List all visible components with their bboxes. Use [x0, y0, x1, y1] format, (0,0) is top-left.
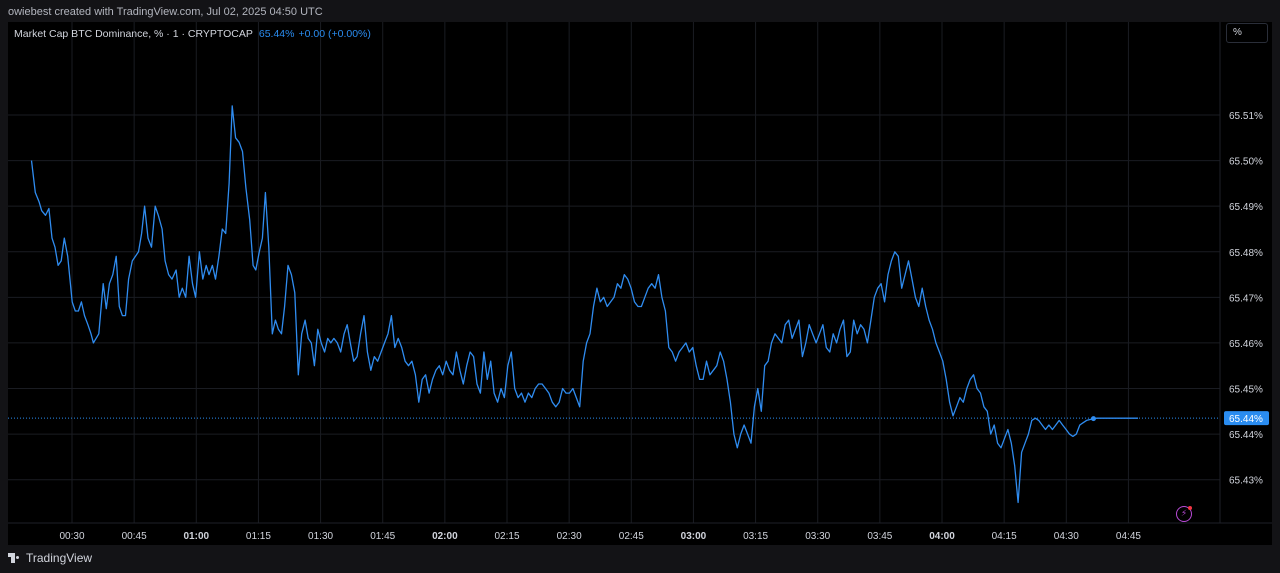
- y-tick-label: 65.43%: [1229, 476, 1263, 487]
- footer: [0, 545, 1280, 573]
- legend-change: +0.00 (+0.00%): [298, 28, 371, 40]
- legend-symbol: Market Cap BTC Dominance, % · 1 · CRYPTO…: [14, 28, 253, 40]
- x-tick-label: 01:00: [183, 531, 209, 542]
- y-tick-label: 65.45%: [1229, 385, 1263, 396]
- last-point-marker: [1090, 416, 1096, 422]
- y-tick-label: 65.51%: [1229, 111, 1263, 122]
- x-tick-label: 03:45: [867, 531, 892, 542]
- legend-price: 65.44%: [258, 28, 295, 40]
- y-tick-label: 65.47%: [1229, 293, 1263, 304]
- x-tick-label: 04:00: [929, 531, 955, 542]
- y-tick-label: 65.48%: [1229, 248, 1263, 259]
- x-tick-label: 04:30: [1054, 531, 1079, 542]
- notification-dot: [1188, 506, 1192, 510]
- x-tick-label: 02:00: [432, 531, 458, 542]
- price-chart[interactable]: 65.43% 65.44% 65.45% 65.46% 65.47% 65.48% 65.4…: [0, 0, 1280, 573]
- y-tick-label: 65.50%: [1229, 157, 1263, 168]
- x-tick-label: 00:30: [59, 531, 84, 542]
- x-tick-label: 04:15: [992, 531, 1017, 542]
- y-tick-label: 65.49%: [1229, 202, 1263, 213]
- brand-name: TradingView: [26, 551, 93, 565]
- tradingview-logo[interactable]: TradingView: [8, 551, 92, 565]
- x-tick-label: 03:00: [681, 531, 707, 542]
- last-price-label: 65.44%: [1229, 414, 1263, 425]
- chart-legend[interactable]: Market Cap BTC Dominance, % · 1 · CRYPTO…: [14, 28, 371, 40]
- x-tick-label: 01:45: [370, 531, 395, 542]
- x-tick-label: 02:30: [557, 531, 582, 542]
- x-tick-label: 02:15: [494, 531, 519, 542]
- y-tick-label: 65.46%: [1229, 339, 1263, 350]
- x-tick-label: 04:45: [1116, 531, 1141, 542]
- x-tick-label: 03:30: [805, 531, 830, 542]
- x-tick-label: 01:30: [308, 531, 333, 542]
- series-line: [30, 105, 1138, 504]
- x-tick-label: 03:15: [743, 531, 768, 542]
- x-tick-label: 01:15: [246, 531, 271, 542]
- tradingview-logo-icon: [8, 553, 22, 563]
- x-tick-label: 02:45: [619, 531, 644, 542]
- y-tick-label: 65.44%: [1229, 430, 1263, 441]
- x-tick-label: 00:45: [122, 531, 147, 542]
- unit-label: %: [1233, 27, 1242, 38]
- price-scale-unit-button[interactable]: %: [1226, 23, 1268, 43]
